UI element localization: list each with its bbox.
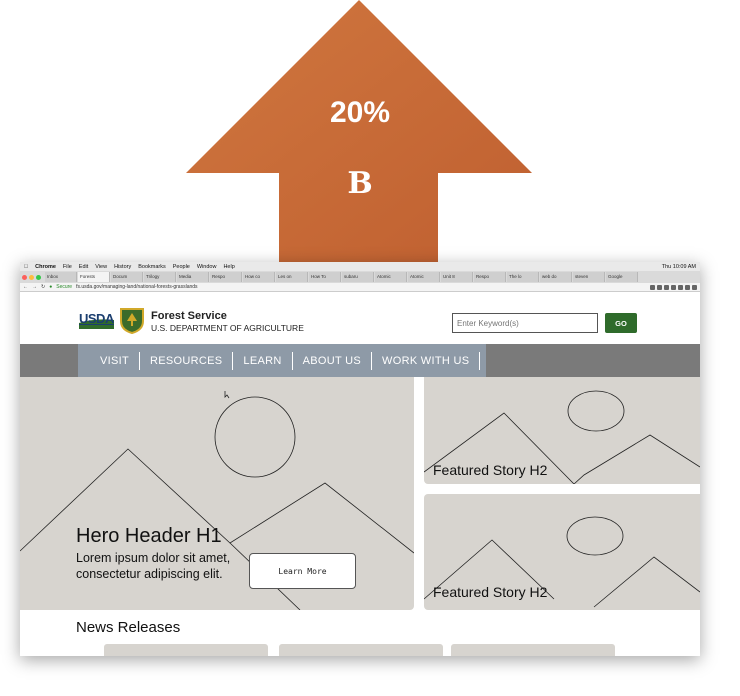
news-releases-heading: News Releases [76,619,181,636]
browser-tab[interactable]: Respo [474,272,506,282]
lock-icon: ● [49,284,53,290]
extension-icon[interactable] [678,284,683,290]
nav-divider [479,351,481,370]
search-input[interactable] [452,313,598,333]
bookmark-star-icon[interactable] [650,284,655,290]
maximize-window-icon[interactable] [36,274,41,280]
browser-tab[interactable]: How To [309,272,341,282]
featured-story-card[interactable]: Featured Story H2 [424,494,700,610]
menu-history[interactable]: History [114,264,131,270]
address-bar: ← → ↻ ● Secure fs.usda.gov/managing-land… [20,283,700,292]
news-card[interactable] [451,644,615,656]
nav-item-resources[interactable]: RESOURCES [140,355,232,367]
menu-file[interactable]: File [63,264,72,270]
menu-app-name[interactable]: Chrome [35,264,56,270]
kebab-menu-icon[interactable] [692,284,697,290]
menu-people[interactable]: People [173,264,190,270]
extension-icons [650,284,700,290]
menu-window[interactable]: Window [197,264,217,270]
extension-icon[interactable] [685,284,690,290]
menu-edit[interactable]: Edit [79,264,88,270]
close-window-icon[interactable] [22,274,27,280]
browser-window:  Chrome File Edit View History Bookmark… [20,262,700,656]
arrow-letter: B [347,166,373,201]
reload-icon[interactable]: ↻ [41,284,45,290]
nav-item-work-with-us[interactable]: WORK WITH US [372,355,479,367]
hero-banner: Hero Header H1 Lorem ipsum dolor sit ame… [20,377,414,610]
browser-tab[interactable]: Unit 8 [441,272,473,282]
nav-item-about-us[interactable]: ABOUT US [293,355,371,367]
featured-story-title: Featured Story H2 [433,584,548,600]
browser-tab[interactable]: Inbox [45,272,77,282]
back-icon[interactable]: ← [23,284,28,290]
learn-more-button[interactable]: Learn More [249,553,356,589]
browser-tab[interactable]: steven [573,272,605,282]
org-subtitle: U.S. DEPARTMENT OF AGRICULTURE [151,323,304,333]
arrow-percentage: 20% [329,96,391,129]
mac-menubar:  Chrome File Edit View History Bookmark… [20,262,700,271]
browser-tab[interactable]: Google [606,272,638,282]
minimize-window-icon[interactable] [29,274,34,280]
browser-tab[interactable]: web do [540,272,572,282]
menu-view[interactable]: View [95,264,107,270]
secure-label: Secure [56,284,73,290]
browser-tab[interactable]: How co [243,272,275,282]
main-nav: VISIT RESOURCES LEARN ABOUT US WORK WITH… [20,344,700,377]
extension-icon[interactable] [657,284,662,290]
up-arrow-icon [186,0,532,268]
org-name[interactable]: Forest Service [151,310,227,322]
news-card[interactable] [104,644,268,656]
apple-icon[interactable]:  [24,264,28,270]
browser-tab[interactable]: Les on [276,272,308,282]
extension-icon[interactable] [664,284,669,290]
browser-tab[interactable]: Media [177,272,209,282]
browser-tab[interactable]: subaru [342,272,374,282]
menu-bookmarks[interactable]: Bookmarks [138,264,166,270]
browser-tab[interactable]: Atomic [375,272,407,282]
browser-tab[interactable]: Docum [111,272,143,282]
news-card[interactable] [279,644,443,656]
go-button[interactable]: GO [605,313,637,333]
forward-icon[interactable]: → [32,284,37,290]
mouse-cursor-icon [224,391,230,399]
featured-story-card[interactable]: Featured Story H2 [424,377,700,484]
nav-menu: VISIT RESOURCES LEARN ABOUT US WORK WITH… [78,344,487,377]
menubar-clock: Thu 10:09 AM [661,263,696,270]
browser-tab[interactable]: Respo [210,272,242,282]
forest-service-shield-icon[interactable] [119,306,145,334]
url-field[interactable]: fs.usda.gov/managing-land/national-fores… [76,284,197,290]
browser-tab[interactable]: Trilogy [144,272,176,282]
site-header: USDA Forest Service U.S. DEPARTMENT OF A… [20,292,700,344]
usda-wordmark[interactable]: USDA [79,311,114,326]
hero-subtitle: Lorem ipsum dolor sit amet, consectetur … [76,551,231,581]
nav-item-visit[interactable]: VISIT [90,355,139,367]
nav-item-learn[interactable]: LEARN [233,355,291,367]
window-controls [22,274,41,280]
hero-title: Hero Header H1 [76,525,222,547]
browser-tab-active[interactable]: Forests [78,272,110,282]
tab-bar: Inbox Forests Docum Trilogy Media Respo … [20,271,700,283]
browser-tab[interactable]: The lo [507,272,539,282]
menu-help[interactable]: Help [223,264,234,270]
browser-tab[interactable]: Atomic [408,272,440,282]
featured-story-title: Featured Story H2 [433,462,548,478]
extension-icon[interactable] [671,284,676,290]
